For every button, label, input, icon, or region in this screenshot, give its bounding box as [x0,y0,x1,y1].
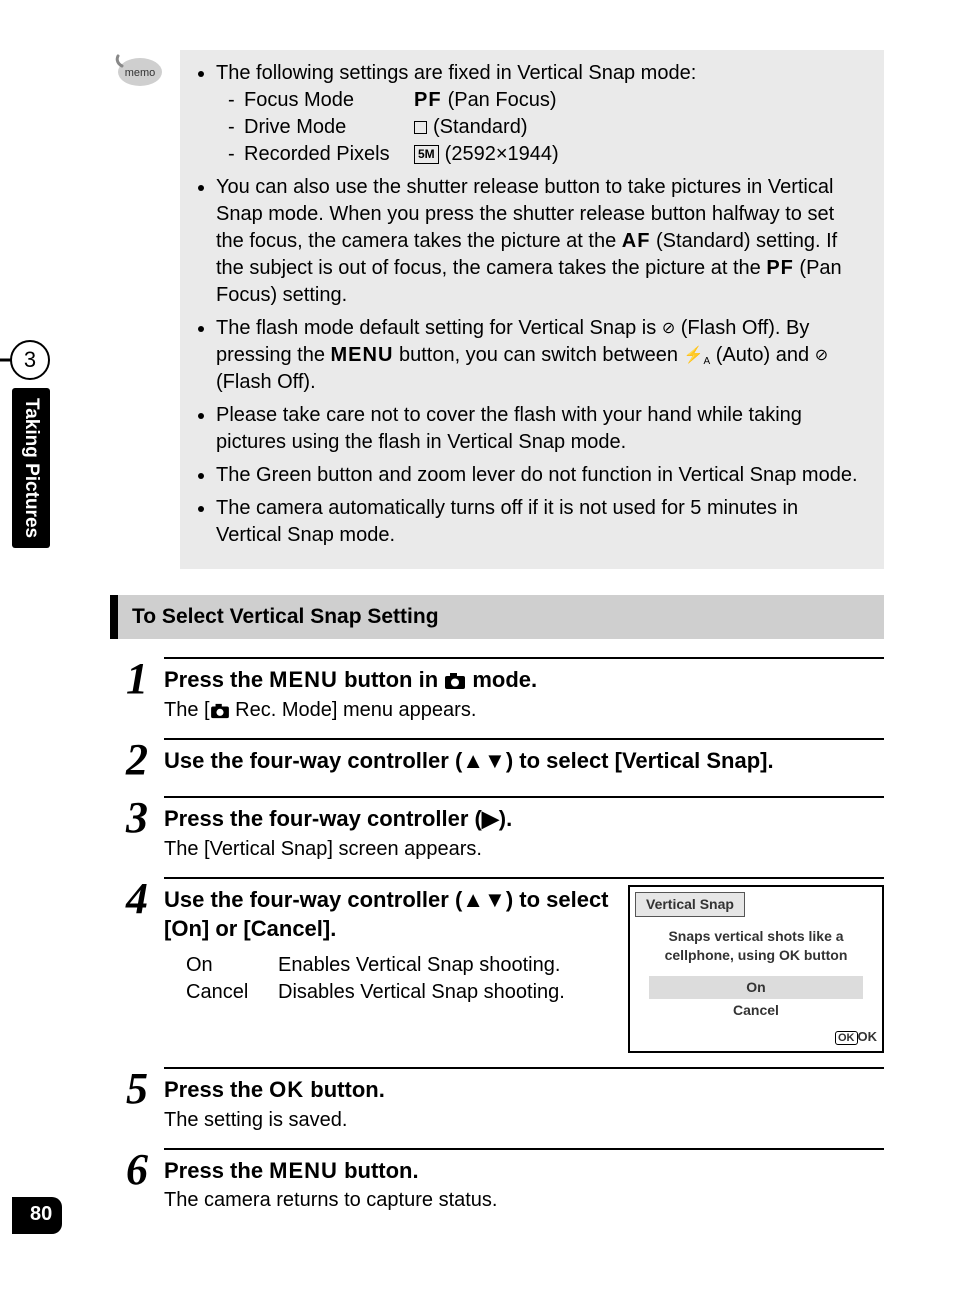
step: 3 Press the four-way controller (▶). The… [110,796,884,863]
step-number: 5 [110,1067,164,1134]
step-number: 1 [110,657,164,724]
svg-text:memo: memo [125,67,156,79]
step-title: Press the four-way controller (▶). [164,804,884,834]
step-number: 2 [110,738,164,782]
step-title: Use the four-way controller (▲▼) to sele… [164,885,610,944]
camera-icon [210,699,230,721]
memo-bullet: The flash mode default setting for Verti… [216,315,866,396]
memo-bullet: Please take care not to cover the flash … [216,402,866,456]
lcd-footer: OKOK [635,1022,877,1046]
memo-bullet: The camera automatically turns off if it… [216,495,866,549]
step-number: 6 [110,1148,164,1215]
camera-icon [444,667,466,692]
flash-off-icon: ⊘ [662,320,675,337]
step: 6 Press the MENU button. The camera retu… [110,1148,884,1215]
step-title: Press the OK button. [164,1075,884,1105]
step-number: 4 [110,877,164,1053]
step-number: 3 [110,796,164,863]
lcd-desc: Snaps vertical shots like a cellphone, u… [635,917,877,977]
step-desc: The [Vertical Snap] screen appears. [164,836,884,863]
chapter-number: 3 [10,340,50,380]
memo-intro: The following settings are fixed in Vert… [216,62,696,84]
option-table: OnEnables Vertical Snap shooting. Cancel… [186,952,610,1006]
chapter-badge: 3 [10,340,50,380]
lcd-option: Cancel [635,999,877,1022]
memo-setting-row: - Focus Mode PF (Pan Focus) [228,87,866,114]
memo-box: The following settings are fixed in Vert… [180,50,884,569]
five-m-icon: 5M [414,145,439,163]
step-title: Press the MENU button. [164,1156,884,1186]
memo-bullet: You can also use the shutter release but… [216,174,866,309]
section-heading: To Select Vertical Snap Setting [110,595,884,639]
step: 4 Use the four-way controller (▲▼) to se… [110,877,884,1053]
step-title: Press the MENU button in mode. [164,665,884,695]
side-tab: 3 Taking Pictures [0,340,58,548]
step: 5 Press the OK button. The setting is sa… [110,1067,884,1134]
memo-icon: memo [110,50,166,90]
flash-off-icon: ⊘ [815,347,828,364]
chapter-label: Taking Pictures [12,388,50,548]
memo-bullet: The Green button and zoom lever do not f… [216,462,866,489]
step-desc: The [ Rec. Mode] menu appears. [164,697,884,724]
step-desc: The camera returns to capture status. [164,1187,884,1214]
page-number: 80 [12,1197,62,1234]
step: 2 Use the four-way controller (▲▼) to se… [110,738,884,782]
step-desc: The setting is saved. [164,1107,884,1134]
step-title: Use the four-way controller (▲▼) to sele… [164,746,884,776]
lcd-tab: Vertical Snap [635,892,745,917]
standard-icon [414,121,427,134]
ok-box-icon: OK [835,1031,858,1045]
memo-setting-row: - Drive Mode (Standard) [228,114,866,141]
step: 1 Press the MENU button in mode. The [ R… [110,657,884,724]
lcd-option-selected: On [649,976,863,999]
memo-setting-row: - Recorded Pixels 5M (2592×1944) [228,141,866,168]
lcd-screenshot: Vertical Snap Snaps vertical shots like … [628,885,884,1053]
flash-auto-icon: ⚡A [684,347,711,364]
